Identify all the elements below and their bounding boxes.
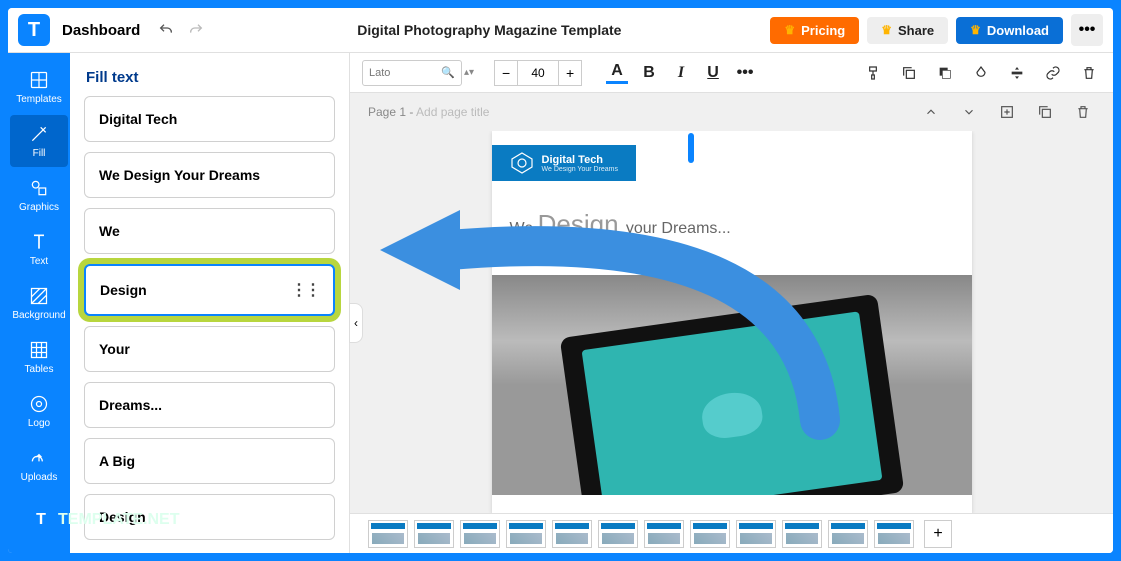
fill-item[interactable]: Dreams... (84, 382, 335, 428)
italic-button[interactable]: I (670, 62, 692, 84)
page-down-icon[interactable] (957, 100, 981, 124)
page-thumb[interactable] (552, 520, 592, 548)
font-stepper-icon[interactable]: ▴▾ (464, 69, 474, 76)
text-toolbar: Lato🔍 ▴▾ − 40 + A B I U ••• (350, 53, 1113, 93)
page-title-input[interactable]: Add page title (416, 105, 489, 119)
topbar: T Dashboard Digital Photography Magazine… (8, 8, 1113, 53)
layers-icon[interactable] (933, 61, 957, 85)
dashboard-link[interactable]: Dashboard (62, 22, 140, 39)
page-thumb[interactable] (368, 520, 408, 548)
page-thumb[interactable] (828, 520, 868, 548)
page-label: Page 1 - Add page title (368, 105, 489, 119)
page-thumb[interactable] (598, 520, 638, 548)
crown-icon: ♛ (970, 23, 981, 37)
panel-title: Fill text (70, 53, 349, 96)
page-thumbnails: + (350, 513, 1113, 553)
page-thumb[interactable] (874, 520, 914, 548)
text-color-button[interactable]: A (606, 62, 628, 84)
crown-icon: ♛ (784, 23, 795, 37)
app-logo[interactable]: T (18, 14, 50, 46)
droplet-icon[interactable] (969, 61, 993, 85)
brand-title: Digital Tech (542, 154, 619, 166)
size-minus[interactable]: − (494, 60, 518, 86)
fill-item[interactable]: Design⋮⋮ (84, 264, 335, 316)
page-thumb[interactable] (460, 520, 500, 548)
tablet-graphic (559, 294, 904, 495)
redo-button[interactable] (184, 18, 208, 42)
brand-logo-icon (510, 151, 534, 175)
bold-button[interactable]: B (638, 62, 660, 84)
rail-logo[interactable]: Logo (10, 385, 68, 437)
page-up-icon[interactable] (919, 100, 943, 124)
fill-panel: Fill text Digital Tech We Design Your Dre… (70, 53, 350, 553)
document-title: Digital Photography Magazine Template (208, 22, 770, 38)
delete-page-icon[interactable] (1071, 100, 1095, 124)
page-thumb[interactable] (414, 520, 454, 548)
copy-icon[interactable] (897, 61, 921, 85)
format-paint-icon[interactable] (861, 61, 885, 85)
font-select[interactable]: Lato🔍 (362, 60, 462, 86)
rail-background[interactable]: Background (10, 277, 68, 329)
watermark: TTEMPLATE.NET (30, 509, 179, 531)
fill-item[interactable]: We (84, 208, 335, 254)
headline[interactable]: We Design your Dreams... A Big Design So… (510, 209, 972, 259)
collapse-panel-button[interactable]: ‹ (349, 303, 363, 343)
tool-rail: Templates Fill Graphics Text Background … (8, 53, 70, 553)
search-icon: 🔍 (441, 66, 455, 79)
crown-icon: ♛ (881, 23, 892, 37)
text-more-button[interactable]: ••• (734, 62, 756, 84)
scroll-indicator[interactable] (688, 133, 694, 163)
undo-button[interactable] (154, 18, 178, 42)
fill-item[interactable]: Your (84, 326, 335, 372)
page-thumb[interactable] (644, 520, 684, 548)
rail-tables[interactable]: Tables (10, 331, 68, 383)
more-button[interactable]: ••• (1071, 14, 1103, 46)
page-thumb[interactable] (782, 520, 822, 548)
link-icon[interactable] (1041, 61, 1065, 85)
fill-list: Digital Tech We Design Your Dreams We Desig… (70, 96, 349, 553)
pricing-button[interactable]: ♛Pricing (770, 17, 859, 44)
rail-fill[interactable]: Fill (10, 115, 68, 167)
rail-templates[interactable]: Templates (10, 61, 68, 113)
underline-button[interactable]: U (702, 62, 724, 84)
rail-graphics[interactable]: Graphics (10, 169, 68, 221)
page-thumb[interactable] (690, 520, 730, 548)
download-button[interactable]: ♛Download (956, 17, 1063, 44)
hero-photo[interactable] (492, 275, 972, 495)
fill-item[interactable]: Digital Tech (84, 96, 335, 142)
position-icon[interactable] (1005, 61, 1029, 85)
add-page-thumb[interactable]: + (924, 520, 952, 548)
fill-item[interactable]: We Design Your Dreams (84, 152, 335, 198)
fill-item[interactable]: A Big (84, 438, 335, 484)
duplicate-page-icon[interactable] (1033, 100, 1057, 124)
canvas-area: Lato🔍 ▴▾ − 40 + A B I U ••• (350, 53, 1113, 553)
page-thumb[interactable] (506, 520, 546, 548)
canvas[interactable]: Digital Tech We Design Your Dreams We De… (350, 131, 1113, 513)
brand-subtitle: We Design Your Dreams (542, 166, 619, 173)
delete-icon[interactable] (1077, 61, 1101, 85)
page-thumb[interactable] (736, 520, 776, 548)
page-strip: Page 1 - Add page title (350, 93, 1113, 131)
size-plus[interactable]: + (558, 60, 582, 86)
size-value[interactable]: 40 (518, 60, 558, 86)
add-page-icon[interactable] (995, 100, 1019, 124)
drag-handle-icon[interactable]: ⋮⋮ (291, 280, 319, 300)
brand-badge[interactable]: Digital Tech We Design Your Dreams (492, 145, 637, 181)
page[interactable]: Digital Tech We Design Your Dreams We De… (492, 131, 972, 513)
cloud-icon (699, 389, 765, 441)
share-button[interactable]: ♛Share (867, 17, 948, 44)
rail-uploads[interactable]: Uploads (10, 439, 68, 491)
rail-text[interactable]: Text (10, 223, 68, 275)
